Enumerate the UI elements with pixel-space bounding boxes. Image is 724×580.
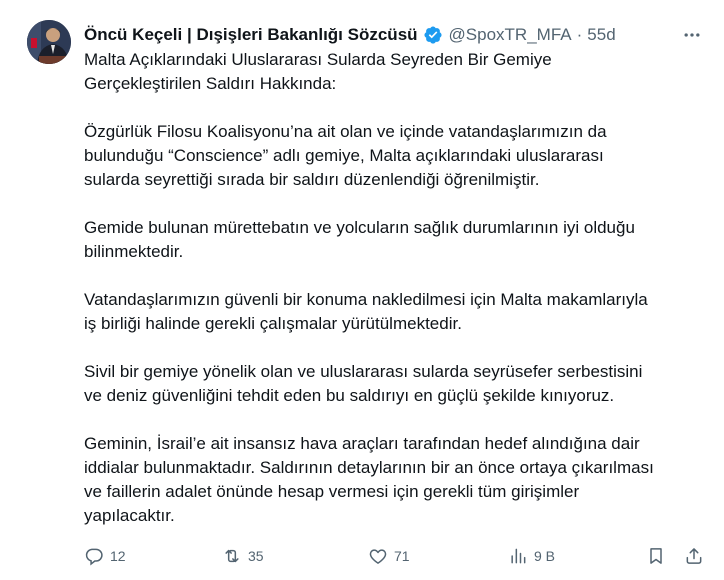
timestamp[interactable]: 55d [587, 25, 615, 45]
author-handle[interactable]: @SpoxTR_MFA [449, 25, 572, 45]
tweet-paragraph: Geminin, İsrail’e ait insansız hava araç… [84, 434, 654, 525]
verified-icon [423, 25, 443, 45]
more-icon[interactable] [680, 24, 704, 46]
tweet-paragraph: Malta Açıklarındaki Uluslararası Sularda… [84, 50, 552, 93]
separator: · [576, 25, 583, 44]
author-name[interactable]: Öncü Keçeli | Dışişleri Bakanlığı Sözcüs… [84, 25, 418, 45]
like-count: 71 [394, 548, 410, 564]
like-icon [369, 549, 387, 564]
like-button[interactable]: 71 [368, 543, 410, 569]
tweet-text: Malta Açıklarındaki Uluslararası Sularda… [84, 48, 706, 552]
views-icon [511, 548, 526, 564]
repost-button[interactable]: 35 [222, 543, 264, 569]
views-count: 9 B [534, 548, 556, 564]
repost-count: 35 [248, 548, 264, 564]
bookmark-icon [650, 548, 662, 564]
tweet-header: Öncü Keçeli | Dışişleri Bakanlığı Sözcüs… [84, 22, 704, 48]
avatar[interactable] [27, 20, 71, 64]
tweet-paragraph: Sivil bir gemiye yönelik olan ve uluslar… [84, 362, 643, 405]
repost-icon [225, 549, 239, 563]
tweet-paragraph: Özgürlük Filosu Koalisyonu’na ait olan v… [84, 122, 607, 189]
tweet-paragraph: Vatandaşlarımızın güvenli bir konuma nak… [84, 290, 648, 333]
reply-icon [85, 548, 103, 566]
reply-button[interactable]: 12 [84, 543, 126, 569]
share-button[interactable] [684, 543, 704, 569]
action-bar: 12 35 71 9 B [84, 543, 710, 569]
tweet[interactable]: Öncü Keçeli | Dışişleri Bakanlığı Sözcüs… [0, 0, 724, 580]
views-button[interactable]: 9 B [508, 543, 555, 569]
tweet-paragraph: Gemide bulunan mürettebatın ve yolcuları… [84, 218, 635, 261]
bookmark-button[interactable] [646, 543, 666, 569]
share-icon [686, 548, 702, 564]
reply-count: 12 [110, 548, 126, 564]
